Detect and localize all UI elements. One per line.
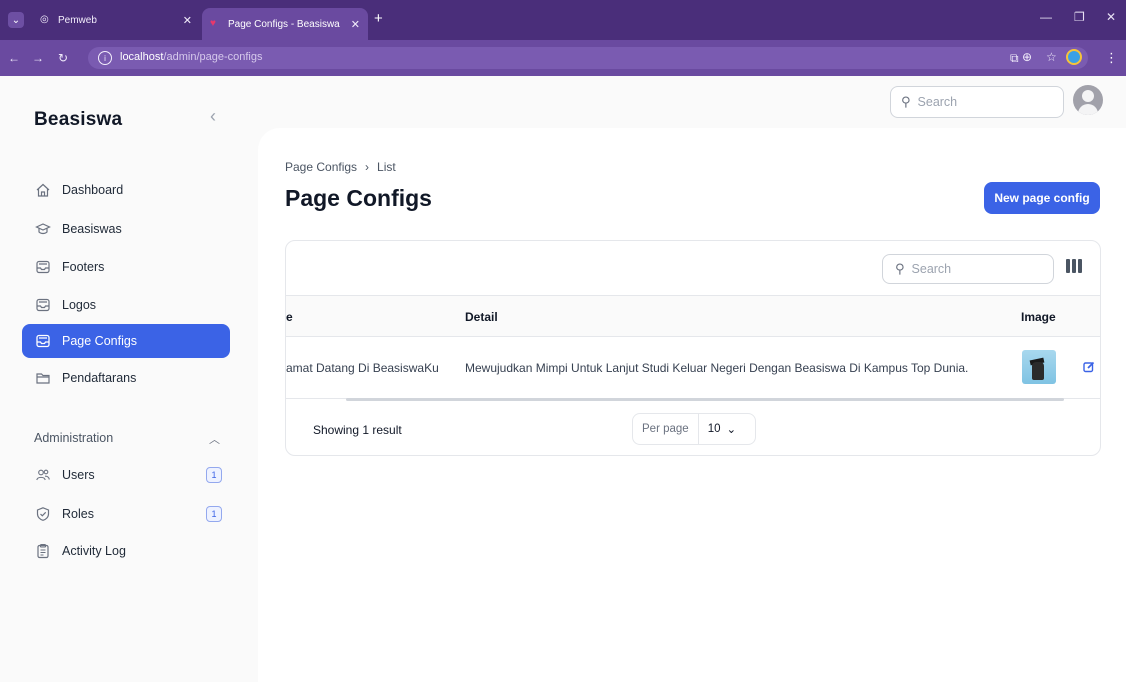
close-tab-icon[interactable]: ✕: [351, 18, 360, 31]
column-header-image[interactable]: Image: [1021, 310, 1056, 324]
browser-toolbar: ← → ↻ i localhost/admin/page-configs ⊕ ☆: [0, 40, 1126, 76]
graduation-cap-icon: [34, 220, 52, 238]
browser-menu-icon[interactable]: ⋮: [1105, 50, 1118, 66]
sidebar-item-label: Footers: [62, 260, 105, 274]
users-icon: [34, 466, 52, 484]
table-row[interactable]: amat Datang Di BeasiswaKu Mewujudkan Mim…: [286, 337, 1100, 399]
sidebar-item-footers[interactable]: Footers: [22, 250, 230, 284]
sidebar-item-users[interactable]: Users 1: [22, 458, 230, 492]
chevron-down-icon: ⌄: [726, 424, 737, 436]
sidebar-item-label: Activity Log: [62, 544, 126, 558]
column-toggle-icon[interactable]: [1066, 259, 1084, 275]
inbox-icon: [34, 296, 52, 314]
brand-logo[interactable]: Beasiswa: [34, 109, 122, 131]
sidebar-item-activity-log[interactable]: Activity Log: [22, 534, 230, 568]
sidebar-item-dashboard[interactable]: Dashboard: [22, 173, 230, 207]
zoom-icon[interactable]: ⊕: [1022, 50, 1032, 64]
per-page-select[interactable]: Per page 10 ⌄: [632, 413, 756, 445]
cell-detail: Mewujudkan Mimpi Untuk Lanjut Studi Kelu…: [465, 361, 969, 375]
search-placeholder: Search: [917, 95, 958, 109]
sidebar: Beasiswa ‹ Dashboard Beasiswas Footers L…: [0, 76, 258, 682]
info-icon[interactable]: i: [98, 51, 112, 65]
search-icon: ⚲: [901, 94, 911, 109]
per-page-value[interactable]: 10 ⌄: [699, 422, 736, 436]
address-bar[interactable]: i localhost/admin/page-configs ⊕ ☆: [88, 47, 1088, 69]
count-badge: 1: [206, 506, 222, 522]
breadcrumb-page-configs[interactable]: Page Configs: [285, 160, 357, 174]
image-thumbnail[interactable]: [1022, 350, 1056, 384]
table-search-input[interactable]: ⚲ Search: [882, 254, 1054, 284]
table-header: e Detail Image: [286, 295, 1100, 337]
sidebar-item-beasiswas[interactable]: Beasiswas: [22, 212, 230, 246]
collapse-sidebar-icon[interactable]: ‹: [210, 106, 216, 127]
browser-tab-pemweb[interactable]: ◎ Pemweb ✕: [32, 9, 200, 31]
cell-title: amat Datang Di BeasiswaKu: [286, 361, 439, 375]
breadcrumb-list: List: [377, 160, 396, 174]
column-header-title[interactable]: e: [286, 310, 293, 324]
search-placeholder: Search: [911, 262, 952, 276]
count-badge: 1: [206, 467, 222, 483]
sidebar-item-label: Beasiswas: [62, 222, 122, 236]
extensions-icon[interactable]: ⧉: [1010, 51, 1019, 66]
globe-icon: ◎: [40, 14, 49, 25]
reload-icon[interactable]: ↻: [58, 51, 68, 65]
sidebar-item-label: Logos: [62, 298, 97, 312]
minimize-icon[interactable]: —: [1040, 10, 1052, 24]
inbox-icon: [34, 332, 52, 350]
shield-check-icon: [34, 505, 52, 523]
browser-profile-avatar[interactable]: [1066, 49, 1082, 65]
global-search-input[interactable]: ⚲ Search: [890, 86, 1064, 118]
user-avatar[interactable]: [1073, 85, 1103, 115]
page-title: Page Configs: [285, 185, 432, 211]
sidebar-item-label: Roles: [62, 507, 94, 521]
search-icon: ⚲: [895, 261, 905, 276]
close-tab-icon[interactable]: ✕: [183, 14, 192, 27]
sidebar-item-label: Page Configs: [62, 334, 138, 348]
inbox-icon: [34, 258, 52, 276]
edit-icon[interactable]: [1083, 361, 1095, 373]
new-page-config-button[interactable]: New page config: [984, 182, 1100, 214]
browser-tab-page-configs[interactable]: ♥ Page Configs - Beasiswa ✕: [202, 8, 368, 40]
new-tab-button[interactable]: +: [374, 10, 383, 27]
main-content: Page Configs › List Page Configs New pag…: [258, 128, 1126, 682]
column-header-detail[interactable]: Detail: [465, 310, 498, 324]
horizontal-scrollbar[interactable]: [346, 398, 1064, 401]
sidebar-item-label: Dashboard: [62, 183, 124, 197]
tab-title: Pemweb: [58, 14, 97, 26]
bookmark-star-icon[interactable]: ☆: [1046, 50, 1057, 64]
folder-icon: [34, 369, 52, 387]
browser-tab-bar: ⌄ ◎ Pemweb ✕ ♥ Page Configs - Beasiswa ✕…: [0, 0, 1126, 40]
chevron-right-icon: ›: [365, 160, 370, 174]
sidebar-item-roles[interactable]: Roles 1: [22, 497, 230, 531]
per-page-label: Per page: [633, 414, 699, 444]
heart-icon: ♥: [210, 18, 216, 29]
sidebar-item-pendaftarans[interactable]: Pendaftarans: [22, 361, 230, 395]
breadcrumb: Page Configs › List: [285, 160, 396, 174]
close-window-icon[interactable]: ✕: [1106, 10, 1116, 24]
results-summary: Showing 1 result: [313, 423, 402, 437]
url-text: localhost/admin/page-configs: [120, 51, 263, 63]
sidebar-item-logos[interactable]: Logos: [22, 288, 230, 322]
sidebar-item-page-configs[interactable]: Page Configs: [22, 324, 230, 358]
sidebar-item-label: Users: [62, 468, 95, 482]
tab-title: Page Configs - Beasiswa: [228, 18, 340, 30]
table-card: ⚲ Search e Detail Image amat Datang Di B…: [285, 240, 1101, 456]
clipboard-icon: [34, 542, 52, 560]
tab-search-icon[interactable]: ⌄: [8, 12, 24, 28]
sidebar-item-label: Pendaftarans: [62, 371, 137, 385]
home-icon: [34, 181, 52, 199]
back-icon[interactable]: ←: [8, 51, 20, 65]
forward-icon[interactable]: →: [32, 51, 44, 65]
nav-group-administration[interactable]: Administration: [34, 431, 113, 445]
chevron-up-icon[interactable]: ︿: [209, 431, 220, 447]
restore-icon[interactable]: ❐: [1074, 10, 1085, 24]
